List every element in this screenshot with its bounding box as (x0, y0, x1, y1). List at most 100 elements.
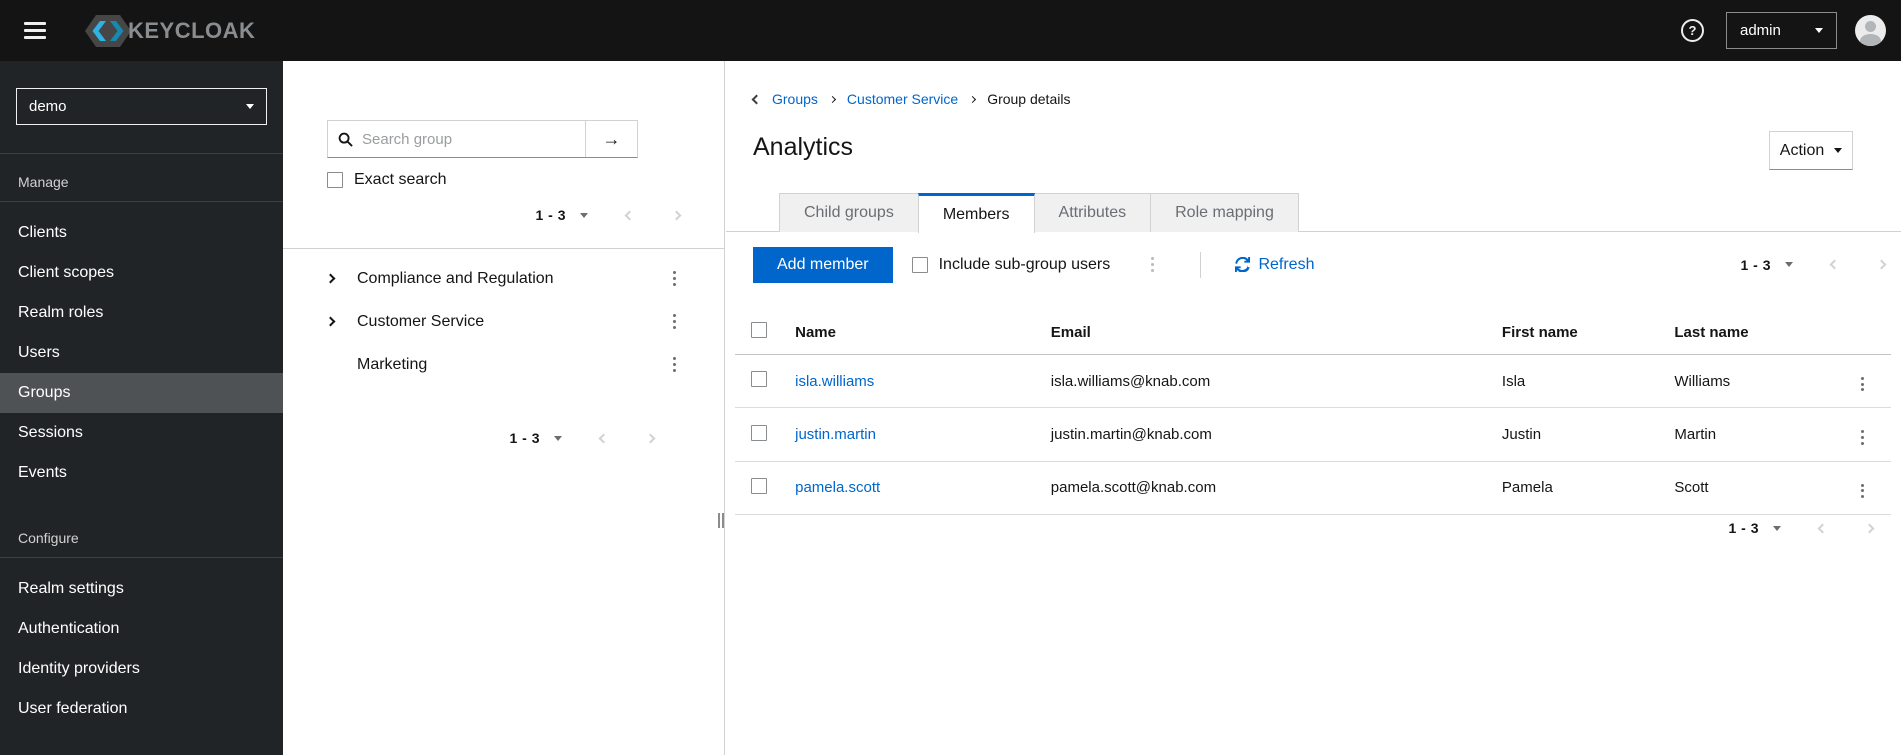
row-checkbox[interactable] (751, 371, 767, 388)
select-all-checkbox[interactable] (751, 322, 767, 338)
member-link[interactable]: justin.martin (795, 426, 876, 443)
next-page-icon[interactable] (1864, 523, 1875, 533)
previous-page-icon[interactable] (624, 210, 635, 220)
tree-item-marketing: Marketing (283, 343, 724, 386)
kebab-menu-icon[interactable] (669, 267, 680, 290)
previous-page-icon[interactable] (598, 433, 609, 443)
breadcrumb-link-groups[interactable]: Groups (772, 91, 818, 107)
member-first-name: Isla (1485, 354, 1659, 409)
chevron-down-icon[interactable] (1773, 525, 1781, 531)
chevron-down-icon[interactable] (580, 212, 588, 218)
tree-pagination-bottom: 1 - 3 (509, 430, 656, 446)
next-page-icon[interactable] (1876, 259, 1887, 270)
member-last-name: Scott (1658, 461, 1834, 516)
members-pagination-top: 1 - 3 (1740, 257, 1887, 273)
row-kebab-menu-icon[interactable] (1857, 480, 1868, 503)
breadcrumb: Groups Customer Service Group details (751, 91, 1071, 107)
previous-page-icon[interactable] (1817, 523, 1828, 533)
sidebar-item-authentication[interactable]: Authentication (0, 609, 283, 649)
chevron-down-icon (1834, 148, 1843, 153)
column-header-first-name[interactable]: First name (1485, 310, 1659, 355)
pagination-range[interactable]: 1 - 3 (1728, 520, 1759, 536)
sidebar: demo Manage Clients Client scopes Realm … (0, 61, 283, 755)
back-icon[interactable] (751, 94, 762, 104)
sidebar-item-users[interactable]: Users (0, 333, 283, 373)
panel-resize-handle[interactable] (718, 513, 724, 528)
sidebar-item-identity-providers[interactable]: Identity providers (0, 649, 283, 689)
row-checkbox[interactable] (751, 477, 767, 494)
member-email: pamela.scott@knab.com (1034, 461, 1486, 516)
realm-selector[interactable]: demo (16, 88, 267, 125)
column-header-last-name[interactable]: Last name (1658, 310, 1834, 355)
refresh-label: Refresh (1258, 255, 1315, 273)
avatar[interactable] (1855, 15, 1886, 46)
sidebar-item-client-scopes[interactable]: Client scopes (0, 253, 283, 293)
tab-attributes[interactable]: Attributes (1033, 193, 1152, 232)
include-subgroups-label: Include sub-group users (938, 255, 1111, 273)
chevron-down-icon[interactable] (1785, 262, 1793, 267)
sidebar-item-sessions[interactable]: Sessions (0, 413, 283, 453)
pagination-range[interactable]: 1 - 3 (1740, 257, 1771, 273)
table-row: pamela.scott pamela.scott@knab.com Pamel… (735, 461, 1891, 516)
action-dropdown-button[interactable]: Action (1769, 131, 1853, 170)
members-table: Name Email First name Last name isla.wil… (735, 310, 1891, 516)
next-page-icon[interactable] (645, 433, 656, 443)
member-first-name: Justin (1485, 407, 1659, 462)
sidebar-item-realm-roles[interactable]: Realm roles (0, 293, 283, 333)
row-kebab-menu-icon[interactable] (1857, 426, 1868, 449)
refresh-icon (1235, 257, 1251, 272)
member-email: isla.williams@knab.com (1034, 354, 1486, 409)
pagination-range[interactable]: 1 - 3 (509, 430, 540, 446)
help-icon[interactable]: ? (1681, 19, 1704, 42)
member-last-name: Williams (1658, 354, 1834, 409)
group-search: → (327, 120, 638, 158)
previous-page-icon[interactable] (1829, 259, 1840, 270)
breadcrumb-current: Group details (987, 91, 1071, 107)
column-header-name[interactable]: Name (779, 310, 1035, 355)
exact-search-checkbox[interactable] (327, 172, 343, 188)
realm-selector-value: demo (29, 98, 67, 115)
group-name[interactable]: Marketing (357, 356, 427, 374)
tab-members[interactable]: Members (917, 193, 1035, 233)
breadcrumb-link-customer-service[interactable]: Customer Service (847, 91, 958, 107)
tab-child-groups[interactable]: Child groups (779, 193, 919, 232)
sidebar-item-user-federation[interactable]: User federation (0, 689, 283, 729)
exact-search-label: Exact search (354, 171, 447, 188)
page-title: Analytics (753, 133, 854, 161)
search-submit-button[interactable]: → (585, 121, 637, 157)
exact-search-option: Exact search (327, 171, 446, 189)
sidebar-item-realm-settings[interactable]: Realm settings (0, 569, 283, 609)
kebab-menu-icon[interactable] (669, 310, 680, 333)
top-bar: KEYCLOAK ? admin (0, 0, 1901, 61)
column-header-email[interactable]: Email (1034, 310, 1486, 355)
tree-item-customer-service: Customer Service (283, 300, 724, 343)
hamburger-menu-icon[interactable] (20, 18, 50, 43)
action-label: Action (1779, 141, 1825, 159)
keycloak-logo: KEYCLOAK (82, 11, 255, 51)
group-name[interactable]: Customer Service (357, 313, 484, 331)
kebab-menu-icon[interactable] (669, 353, 680, 376)
expand-icon[interactable] (325, 316, 343, 327)
user-menu-dropdown[interactable]: admin (1726, 12, 1837, 49)
sidebar-item-groups[interactable]: Groups (0, 373, 283, 413)
member-link[interactable]: isla.williams (795, 373, 874, 390)
expand-icon[interactable] (325, 273, 343, 284)
chevron-down-icon[interactable] (554, 435, 562, 441)
search-group-input[interactable] (362, 121, 585, 157)
add-member-button[interactable]: Add member (753, 246, 893, 283)
member-link[interactable]: pamela.scott (795, 479, 880, 496)
tab-role-mapping[interactable]: Role mapping (1150, 193, 1299, 232)
row-checkbox[interactable] (751, 424, 767, 441)
group-name[interactable]: Compliance and Regulation (357, 270, 554, 288)
include-subgroups-checkbox[interactable] (911, 256, 928, 273)
main-content: Groups Customer Service Group details An… (726, 61, 1901, 755)
sidebar-item-clients[interactable]: Clients (0, 213, 283, 253)
member-email: justin.martin@knab.com (1034, 407, 1486, 462)
kebab-menu-icon[interactable] (1147, 253, 1158, 276)
sidebar-item-events[interactable]: Events (0, 453, 283, 493)
row-kebab-menu-icon[interactable] (1857, 373, 1868, 396)
pagination-range[interactable]: 1 - 3 (535, 207, 566, 223)
table-row: justin.martin justin.martin@knab.com Jus… (735, 407, 1891, 462)
refresh-button[interactable]: Refresh (1235, 256, 1314, 274)
next-page-icon[interactable] (671, 210, 682, 220)
